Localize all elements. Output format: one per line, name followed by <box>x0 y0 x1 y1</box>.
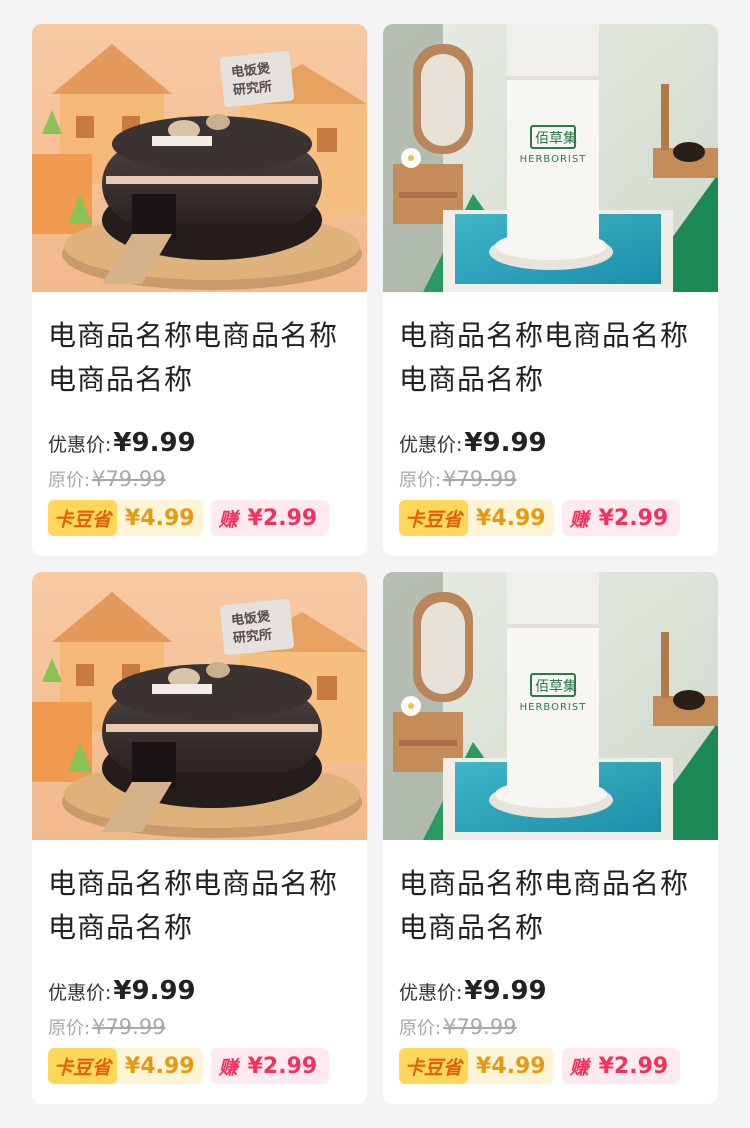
original-price-row: 原价: ¥79.99 <box>399 466 702 492</box>
product-card[interactable]: 佰草集 HERBORIST 电商品名称电商品名称电商品名称 优惠价: ¥9.99… <box>383 24 718 556</box>
earn-tag-label: 赚 <box>218 508 238 531</box>
reward-tags: 卡豆省 ¥4.99 赚 ¥2.99 <box>48 500 351 536</box>
original-price-value: ¥79.99 <box>443 467 517 491</box>
reward-tags: 卡豆省 ¥4.99 赚 ¥2.99 <box>399 500 702 536</box>
price-value: ¥9.99 <box>113 976 196 1006</box>
price-row: 优惠价: ¥9.99 <box>48 976 351 1010</box>
product-card[interactable]: 电饭煲 研究所 电商品名称电商品名称电商品名称 优惠价: ¥9.99 原价: ¥7… <box>32 24 367 556</box>
save-tag-label: 卡豆省 <box>399 1048 469 1084</box>
product-image[interactable]: 电饭煲 研究所 <box>32 572 367 840</box>
earn-tag-label: 赚 <box>569 508 589 531</box>
save-tag: 卡豆省 ¥4.99 <box>399 500 554 536</box>
save-tag-value: ¥4.99 <box>476 1053 546 1079</box>
save-tag-label: 卡豆省 <box>48 1048 118 1084</box>
save-tag-label: 卡豆省 <box>48 500 118 536</box>
save-tag-value: ¥4.99 <box>125 505 195 531</box>
product-image[interactable]: 佰草集 HERBORIST <box>383 572 718 840</box>
reward-tags: 卡豆省 ¥4.99 赚 ¥2.99 <box>48 1048 351 1084</box>
product-card[interactable]: 电饭煲 研究所 电商品名称电商品名称电商品名称 优惠价: ¥9.99 原价: ¥7… <box>32 572 367 1104</box>
price-label: 优惠价: <box>48 434 112 456</box>
earn-tag: 赚 ¥2.99 <box>210 1048 330 1084</box>
save-tag-value: ¥4.99 <box>476 505 546 531</box>
price-label: 优惠价: <box>399 434 463 456</box>
product-title[interactable]: 电商品名称电商品名称电商品名称 <box>48 314 351 402</box>
product-title[interactable]: 电商品名称电商品名称电商品名称 <box>399 314 702 402</box>
bottle-brand-cn: 佰草集 <box>535 130 577 147</box>
earn-tag-label: 赚 <box>569 1056 589 1079</box>
original-price-label: 原价: <box>399 1018 442 1039</box>
earn-tag-value: ¥2.99 <box>247 505 318 531</box>
reward-tags: 卡豆省 ¥4.99 赚 ¥2.99 <box>399 1048 702 1084</box>
product-grid: 电饭煲 研究所 电商品名称电商品名称电商品名称 优惠价: ¥9.99 原价: ¥7… <box>32 24 718 1104</box>
bottle-brand-cn: 佰草集 <box>535 678 577 695</box>
price-row: 优惠价: ¥9.99 <box>399 976 702 1010</box>
price-label: 优惠价: <box>48 982 112 1004</box>
original-price-label: 原价: <box>48 1018 91 1039</box>
save-tag-label: 卡豆省 <box>399 500 469 536</box>
original-price-value: ¥79.99 <box>92 467 166 491</box>
price-value: ¥9.99 <box>464 428 547 458</box>
earn-tag-value: ¥2.99 <box>598 505 669 531</box>
original-price-label: 原价: <box>48 470 91 491</box>
earn-tag-value: ¥2.99 <box>247 1053 318 1079</box>
price-value: ¥9.99 <box>113 428 196 458</box>
earn-tag: 赚 ¥2.99 <box>561 500 681 536</box>
original-price-row: 原价: ¥79.99 <box>48 466 351 492</box>
price-value: ¥9.99 <box>464 976 547 1006</box>
price-row: 优惠价: ¥9.99 <box>48 428 351 462</box>
save-tag-value: ¥4.99 <box>125 1053 195 1079</box>
price-row: 优惠价: ¥9.99 <box>399 428 702 462</box>
original-price-value: ¥79.99 <box>443 1015 517 1039</box>
bottle-brand-en: HERBORIST <box>520 154 587 165</box>
bottle-brand-en: HERBORIST <box>520 702 587 713</box>
product-title[interactable]: 电商品名称电商品名称电商品名称 <box>399 862 702 950</box>
original-price-value: ¥79.99 <box>92 1015 166 1039</box>
product-image[interactable]: 佰草集 HERBORIST <box>383 24 718 292</box>
save-tag: 卡豆省 ¥4.99 <box>48 500 203 536</box>
product-card[interactable]: 佰草集 HERBORIST 电商品名称电商品名称电商品名称 优惠价: ¥9.99… <box>383 572 718 1104</box>
earn-tag-label: 赚 <box>218 1056 238 1079</box>
save-tag: 卡豆省 ¥4.99 <box>399 1048 554 1084</box>
earn-tag-value: ¥2.99 <box>598 1053 669 1079</box>
original-price-label: 原价: <box>399 470 442 491</box>
product-title[interactable]: 电商品名称电商品名称电商品名称 <box>48 862 351 950</box>
earn-tag: 赚 ¥2.99 <box>210 500 330 536</box>
earn-tag: 赚 ¥2.99 <box>561 1048 681 1084</box>
original-price-row: 原价: ¥79.99 <box>48 1014 351 1040</box>
original-price-row: 原价: ¥79.99 <box>399 1014 702 1040</box>
price-label: 优惠价: <box>399 982 463 1004</box>
save-tag: 卡豆省 ¥4.99 <box>48 1048 203 1084</box>
product-image[interactable]: 电饭煲 研究所 <box>32 24 367 292</box>
